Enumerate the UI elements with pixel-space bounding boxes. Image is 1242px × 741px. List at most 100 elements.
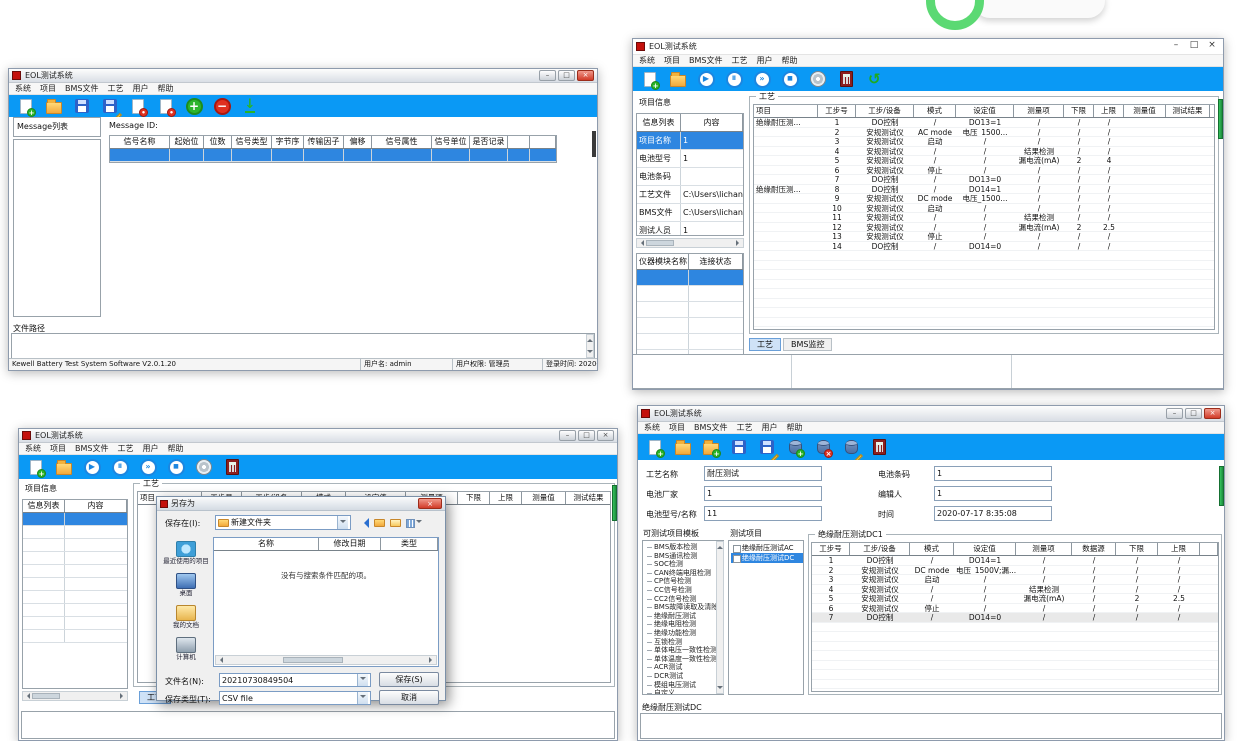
tab[interactable]: BMS监控 xyxy=(783,338,832,351)
menu-item[interactable]: 工艺 xyxy=(107,83,123,94)
table-row[interactable] xyxy=(754,308,1214,318)
menu-item[interactable]: 帮助 xyxy=(167,443,183,454)
table-row[interactable]: 6安规测试仪停止///// xyxy=(812,604,1218,614)
open-folder-icon[interactable] xyxy=(668,69,688,89)
table-row[interactable] xyxy=(637,334,743,350)
menu-item[interactable]: 项目 xyxy=(664,55,680,66)
calculator-icon[interactable] xyxy=(869,437,889,457)
table-row[interactable] xyxy=(23,552,127,565)
tree-item[interactable]: 自定义 xyxy=(645,689,723,695)
minimize-button[interactable]: – xyxy=(1166,408,1183,419)
open-folder-icon[interactable] xyxy=(673,437,693,457)
db-add-icon[interactable]: + xyxy=(785,437,805,457)
maximize-button[interactable]: □ xyxy=(1185,408,1202,419)
table-row[interactable]: BMS文件C:\Users\lichangjiang\Desktop\ xyxy=(637,204,743,222)
editor-input[interactable]: 1 xyxy=(934,486,1052,501)
info-hscrollbar[interactable] xyxy=(636,238,744,248)
new-file-icon[interactable]: + xyxy=(645,437,665,457)
save-in-combo[interactable]: 新建文件夹 xyxy=(215,515,351,530)
refresh-icon[interactable]: ↻ xyxy=(864,69,884,89)
table-row[interactable] xyxy=(812,623,1218,633)
place-recent[interactable]: 最近使用的项目 xyxy=(163,541,209,565)
tree-item[interactable]: 单体电压一致性检测 xyxy=(645,646,723,655)
tree-item[interactable]: 模组电压测试 xyxy=(645,681,723,690)
remove-icon[interactable]: − xyxy=(212,96,232,116)
table-row[interactable] xyxy=(812,632,1218,642)
battery-model-input[interactable]: 11 xyxy=(704,506,822,521)
pause-icon[interactable]: Ⅱ xyxy=(724,69,744,89)
menu-item[interactable]: 用户 xyxy=(132,83,148,94)
place-computer[interactable]: 计算机 xyxy=(176,637,196,661)
menu-item[interactable]: 系统 xyxy=(25,443,41,454)
pause-icon[interactable]: Ⅱ xyxy=(110,457,130,477)
table-row[interactable]: 测试人员1 xyxy=(637,222,743,236)
table-row[interactable]: 绝缘耐压测...1DO控制/DO13=1/// xyxy=(754,118,1214,128)
table-row[interactable]: 11安规测试仪//结果检测// xyxy=(754,213,1214,223)
save-as-icon[interactable] xyxy=(757,437,777,457)
menu-item[interactable]: 帮助 xyxy=(157,83,173,94)
table-row[interactable]: 3安规测试仪启动///// xyxy=(812,575,1218,585)
menu-item[interactable]: 系统 xyxy=(15,83,31,94)
log-area[interactable] xyxy=(21,711,615,739)
add-icon[interactable]: + xyxy=(184,96,204,116)
tree-item[interactable]: SOC检测 xyxy=(645,560,723,569)
tree-item[interactable]: CP信号检测 xyxy=(645,577,723,586)
cancel-button[interactable]: 取消 xyxy=(379,690,439,705)
table-row[interactable]: 10安规测试仪启动//// xyxy=(754,204,1214,214)
file-list-hscrollbar[interactable] xyxy=(215,655,437,665)
table-row[interactable] xyxy=(812,651,1218,661)
stop-icon[interactable]: ■ xyxy=(166,457,186,477)
minimize-button[interactable]: – xyxy=(1168,41,1184,52)
tree-item[interactable]: DCR测试 xyxy=(645,672,723,681)
menu-item[interactable]: 用户 xyxy=(756,55,772,66)
log-area[interactable] xyxy=(640,713,1222,739)
title-bar[interactable]: EOL测试系统 – □ × xyxy=(9,69,597,83)
place-documents[interactable]: 我的文档 xyxy=(173,605,199,629)
tree-item[interactable]: CC信号检测 xyxy=(645,586,723,595)
title-bar[interactable]: EOL测试系统 – □ × xyxy=(633,39,1223,55)
maximize-button[interactable]: □ xyxy=(578,430,595,441)
file-delete-icon[interactable]: • xyxy=(128,96,148,116)
open-folder-icon[interactable] xyxy=(54,457,74,477)
table-row[interactable] xyxy=(110,149,556,162)
tree-item[interactable]: CAN终端电阻检测 xyxy=(645,569,723,578)
minimize-button[interactable]: – xyxy=(539,70,556,81)
table-row[interactable]: 2安规测试仪AC mode电压_1500.../// xyxy=(754,128,1214,138)
table-row[interactable] xyxy=(23,617,127,630)
table-row[interactable] xyxy=(754,261,1214,271)
close-button[interactable]: × xyxy=(1204,408,1221,419)
close-button[interactable]: × xyxy=(1204,41,1220,52)
table-row[interactable] xyxy=(637,318,743,334)
time-input[interactable]: 2020-07-17 8:35:08 xyxy=(934,506,1052,521)
tree-item[interactable]: 绝缘耐压测试 xyxy=(645,612,723,621)
db-edit-icon[interactable] xyxy=(841,437,861,457)
proc-name-input[interactable]: 耐压测试 xyxy=(704,466,822,481)
scrollbar-thumb[interactable] xyxy=(1219,466,1224,506)
tree-item[interactable]: BMS故障读取及清除 xyxy=(645,603,723,612)
table-row[interactable]: 7DO控制/DO14=0//// xyxy=(812,613,1218,623)
table-row[interactable]: 1DO控制/DO14=1//// xyxy=(812,556,1218,566)
battery-barcode-input[interactable]: 1 xyxy=(934,466,1052,481)
menu-item[interactable]: 工艺 xyxy=(736,422,752,433)
back-icon[interactable] xyxy=(359,518,369,528)
table-row[interactable] xyxy=(812,680,1218,690)
maximize-button[interactable]: □ xyxy=(558,70,575,81)
table-row[interactable] xyxy=(23,630,127,643)
menu-item[interactable]: 系统 xyxy=(639,55,655,66)
table-row[interactable]: 9安规测试仪DC mode电压_1500.../// xyxy=(754,194,1214,204)
stop-icon[interactable]: ■ xyxy=(780,69,800,89)
new-file-icon[interactable]: + xyxy=(640,69,660,89)
tree-item[interactable]: BMS版本检测 xyxy=(645,543,723,552)
tree-item[interactable]: 互锁检测 xyxy=(645,638,723,647)
table-row[interactable] xyxy=(754,270,1214,280)
table-row[interactable] xyxy=(754,251,1214,261)
table-row[interactable] xyxy=(23,539,127,552)
tree-item[interactable]: 绝缘电阻检测 xyxy=(645,620,723,629)
table-row[interactable] xyxy=(754,299,1214,309)
log-area[interactable] xyxy=(11,333,595,359)
play-icon[interactable]: ▶ xyxy=(82,457,102,477)
title-bar[interactable]: EOL测试系统 – □ × xyxy=(638,406,1224,422)
save-icon[interactable] xyxy=(72,96,92,116)
dialog-close-button[interactable]: × xyxy=(418,498,442,509)
table-row[interactable] xyxy=(637,270,743,286)
